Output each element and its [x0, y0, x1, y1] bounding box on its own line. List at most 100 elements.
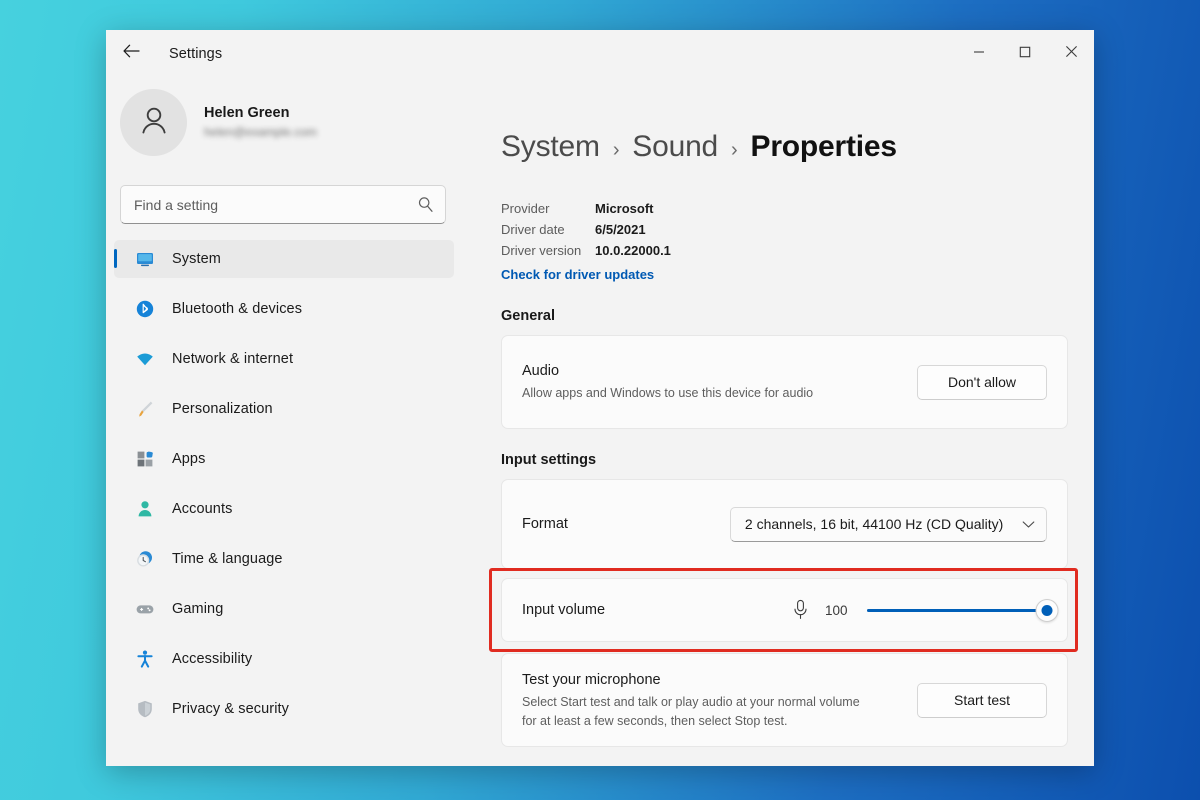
microphone-icon	[792, 599, 809, 621]
sidebar-item-personalization[interactable]: Personalization	[114, 390, 454, 428]
avatar[interactable]	[120, 88, 187, 156]
sidebar-item-accounts[interactable]: Accounts	[114, 490, 454, 528]
sidebar: Helen Green helen@example.com Find a set…	[106, 77, 460, 766]
sidebar-item-apps[interactable]: Apps	[114, 440, 454, 478]
sidebar-nav: System Bluetooth & devices Network & int…	[106, 240, 460, 728]
sidebar-item-label: Accounts	[172, 501, 233, 517]
format-label: Format	[522, 516, 568, 532]
audio-title: Audio	[522, 363, 560, 379]
person-avatar-icon	[136, 102, 172, 143]
breadcrumb-separator: ›	[731, 139, 738, 161]
gamepad-icon	[134, 598, 156, 620]
maximize-icon	[1019, 45, 1031, 63]
test-microphone-card: Test your microphone Select Start test a…	[501, 653, 1068, 747]
back-button[interactable]	[114, 38, 148, 70]
accounts-person-icon	[134, 498, 156, 520]
audio-card: Audio Allow apps and Windows to use this…	[501, 335, 1068, 429]
clock-icon	[134, 548, 156, 570]
window-controls	[956, 30, 1094, 77]
driver-label: Provider	[501, 201, 550, 216]
sidebar-item-label: Apps	[172, 451, 206, 467]
input-volume-card: Input volume 100	[501, 578, 1068, 642]
sidebar-item-bluetooth-devices[interactable]: Bluetooth & devices	[114, 290, 454, 328]
start-test-button[interactable]: Start test	[917, 682, 1047, 718]
window-titlebar: Settings	[106, 30, 1094, 77]
desktop-background: Settings Helen Green helen@example.com F…	[0, 0, 1200, 800]
test-microphone-text: Test your microphone Select Start test a…	[522, 670, 897, 731]
apps-icon	[134, 448, 156, 470]
account-block[interactable]: Helen Green helen@example.com	[106, 77, 460, 159]
minimize-icon	[973, 45, 985, 63]
test-microphone-description: Select Start test and talk or play audio…	[522, 694, 860, 728]
format-row: Format 2 channels, 16 bit, 44100 Hz (CD …	[522, 480, 1047, 568]
driver-label: Driver version	[501, 243, 582, 258]
account-email: helen@example.com	[204, 125, 317, 139]
sidebar-item-label: Privacy & security	[172, 701, 290, 717]
audio-row: Audio Allow apps and Windows to use this…	[522, 336, 1047, 428]
sidebar-item-label: Gaming	[172, 601, 224, 617]
audio-text: Audio Allow apps and Windows to use this…	[522, 361, 897, 403]
sidebar-item-network-internet[interactable]: Network & internet	[114, 340, 454, 378]
general-heading: General	[501, 308, 555, 324]
sidebar-item-privacy-security[interactable]: Privacy & security	[114, 690, 454, 728]
driver-label: Driver date	[501, 222, 565, 237]
breadcrumb-separator: ›	[612, 139, 620, 161]
breadcrumb-properties: Properties	[750, 130, 898, 163]
account-name: Helen Green	[204, 105, 290, 121]
chevron-down-icon	[1022, 516, 1035, 532]
input-volume-row: Input volume 100	[522, 579, 1059, 641]
search-input[interactable]	[120, 185, 446, 224]
settings-window: Settings Helen Green helen@example.com F…	[106, 30, 1094, 766]
format-card: Format 2 channels, 16 bit, 44100 Hz (CD …	[501, 479, 1068, 569]
bluetooth-icon	[134, 298, 156, 320]
input-volume-value: 100	[825, 602, 848, 618]
back-arrow-icon	[122, 44, 140, 63]
format-dropdown-value: 2 channels, 16 bit, 44100 Hz (CD Quality…	[744, 516, 1004, 532]
test-microphone-row: Test your microphone Select Start test a…	[522, 654, 1047, 746]
wifi-icon	[134, 348, 156, 370]
sidebar-item-label: Time & language	[172, 551, 283, 567]
driver-row-date: Driver date 6/5/2021	[501, 219, 1068, 240]
breadcrumb: System › Sound › Properties	[501, 129, 1068, 168]
driver-value: 10.0.22000.1	[595, 243, 671, 258]
sidebar-item-label: Accessibility	[172, 651, 253, 667]
search-container	[120, 185, 446, 224]
sidebar-item-time-language[interactable]: Time & language	[114, 540, 454, 578]
sidebar-item-label: Personalization	[172, 401, 273, 417]
driver-value: 6/5/2021	[595, 222, 646, 237]
input-settings-heading: Input settings	[501, 452, 597, 468]
breadcrumb-system[interactable]: System	[501, 129, 600, 165]
account-text: Helen Green helen@example.com	[204, 104, 317, 140]
format-dropdown[interactable]: 2 channels, 16 bit, 44100 Hz (CD Quality…	[729, 506, 1047, 542]
sidebar-item-system[interactable]: System	[114, 240, 454, 278]
monitor-icon	[134, 248, 156, 270]
input-volume-label: Input volume	[522, 602, 606, 618]
check-driver-updates-link[interactable]: Check for driver updates	[501, 264, 654, 285]
dont-allow-button[interactable]: Don't allow	[917, 364, 1047, 400]
slider-thumb[interactable]	[1035, 598, 1059, 622]
sidebar-item-gaming[interactable]: Gaming	[114, 590, 454, 628]
slider-fill	[867, 608, 1047, 612]
test-microphone-title: Test your microphone	[522, 671, 661, 688]
sidebar-item-label: System	[172, 251, 221, 267]
shield-icon	[134, 698, 156, 720]
maximize-button[interactable]	[1002, 30, 1048, 77]
driver-row-provider: Provider Microsoft	[501, 198, 1068, 219]
driver-row-version: Driver version 10.0.22000.1	[501, 240, 1068, 261]
accessibility-icon	[134, 648, 156, 670]
audio-description: Allow apps and Windows to use this devic…	[522, 386, 814, 400]
sidebar-item-accessibility[interactable]: Accessibility	[114, 640, 454, 678]
window-title: Settings	[169, 45, 223, 62]
sidebar-item-label: Bluetooth & devices	[172, 301, 303, 317]
paintbrush-icon	[134, 398, 156, 420]
input-volume-highlight-wrapper: Input volume 100	[489, 568, 1078, 652]
minimize-button[interactable]	[956, 30, 1002, 77]
input-volume-slider[interactable]	[867, 598, 1059, 622]
window-body: Helen Green helen@example.com Find a set…	[106, 77, 1094, 766]
close-button[interactable]	[1048, 30, 1094, 77]
driver-value: Microsoft	[595, 201, 654, 216]
content-pane: System › Sound › Properties Provider Mic…	[460, 77, 1094, 766]
close-icon	[1065, 45, 1078, 63]
breadcrumb-sound[interactable]: Sound	[632, 129, 718, 165]
driver-info: Provider Microsoft Driver date 6/5/2021 …	[501, 198, 1068, 285]
